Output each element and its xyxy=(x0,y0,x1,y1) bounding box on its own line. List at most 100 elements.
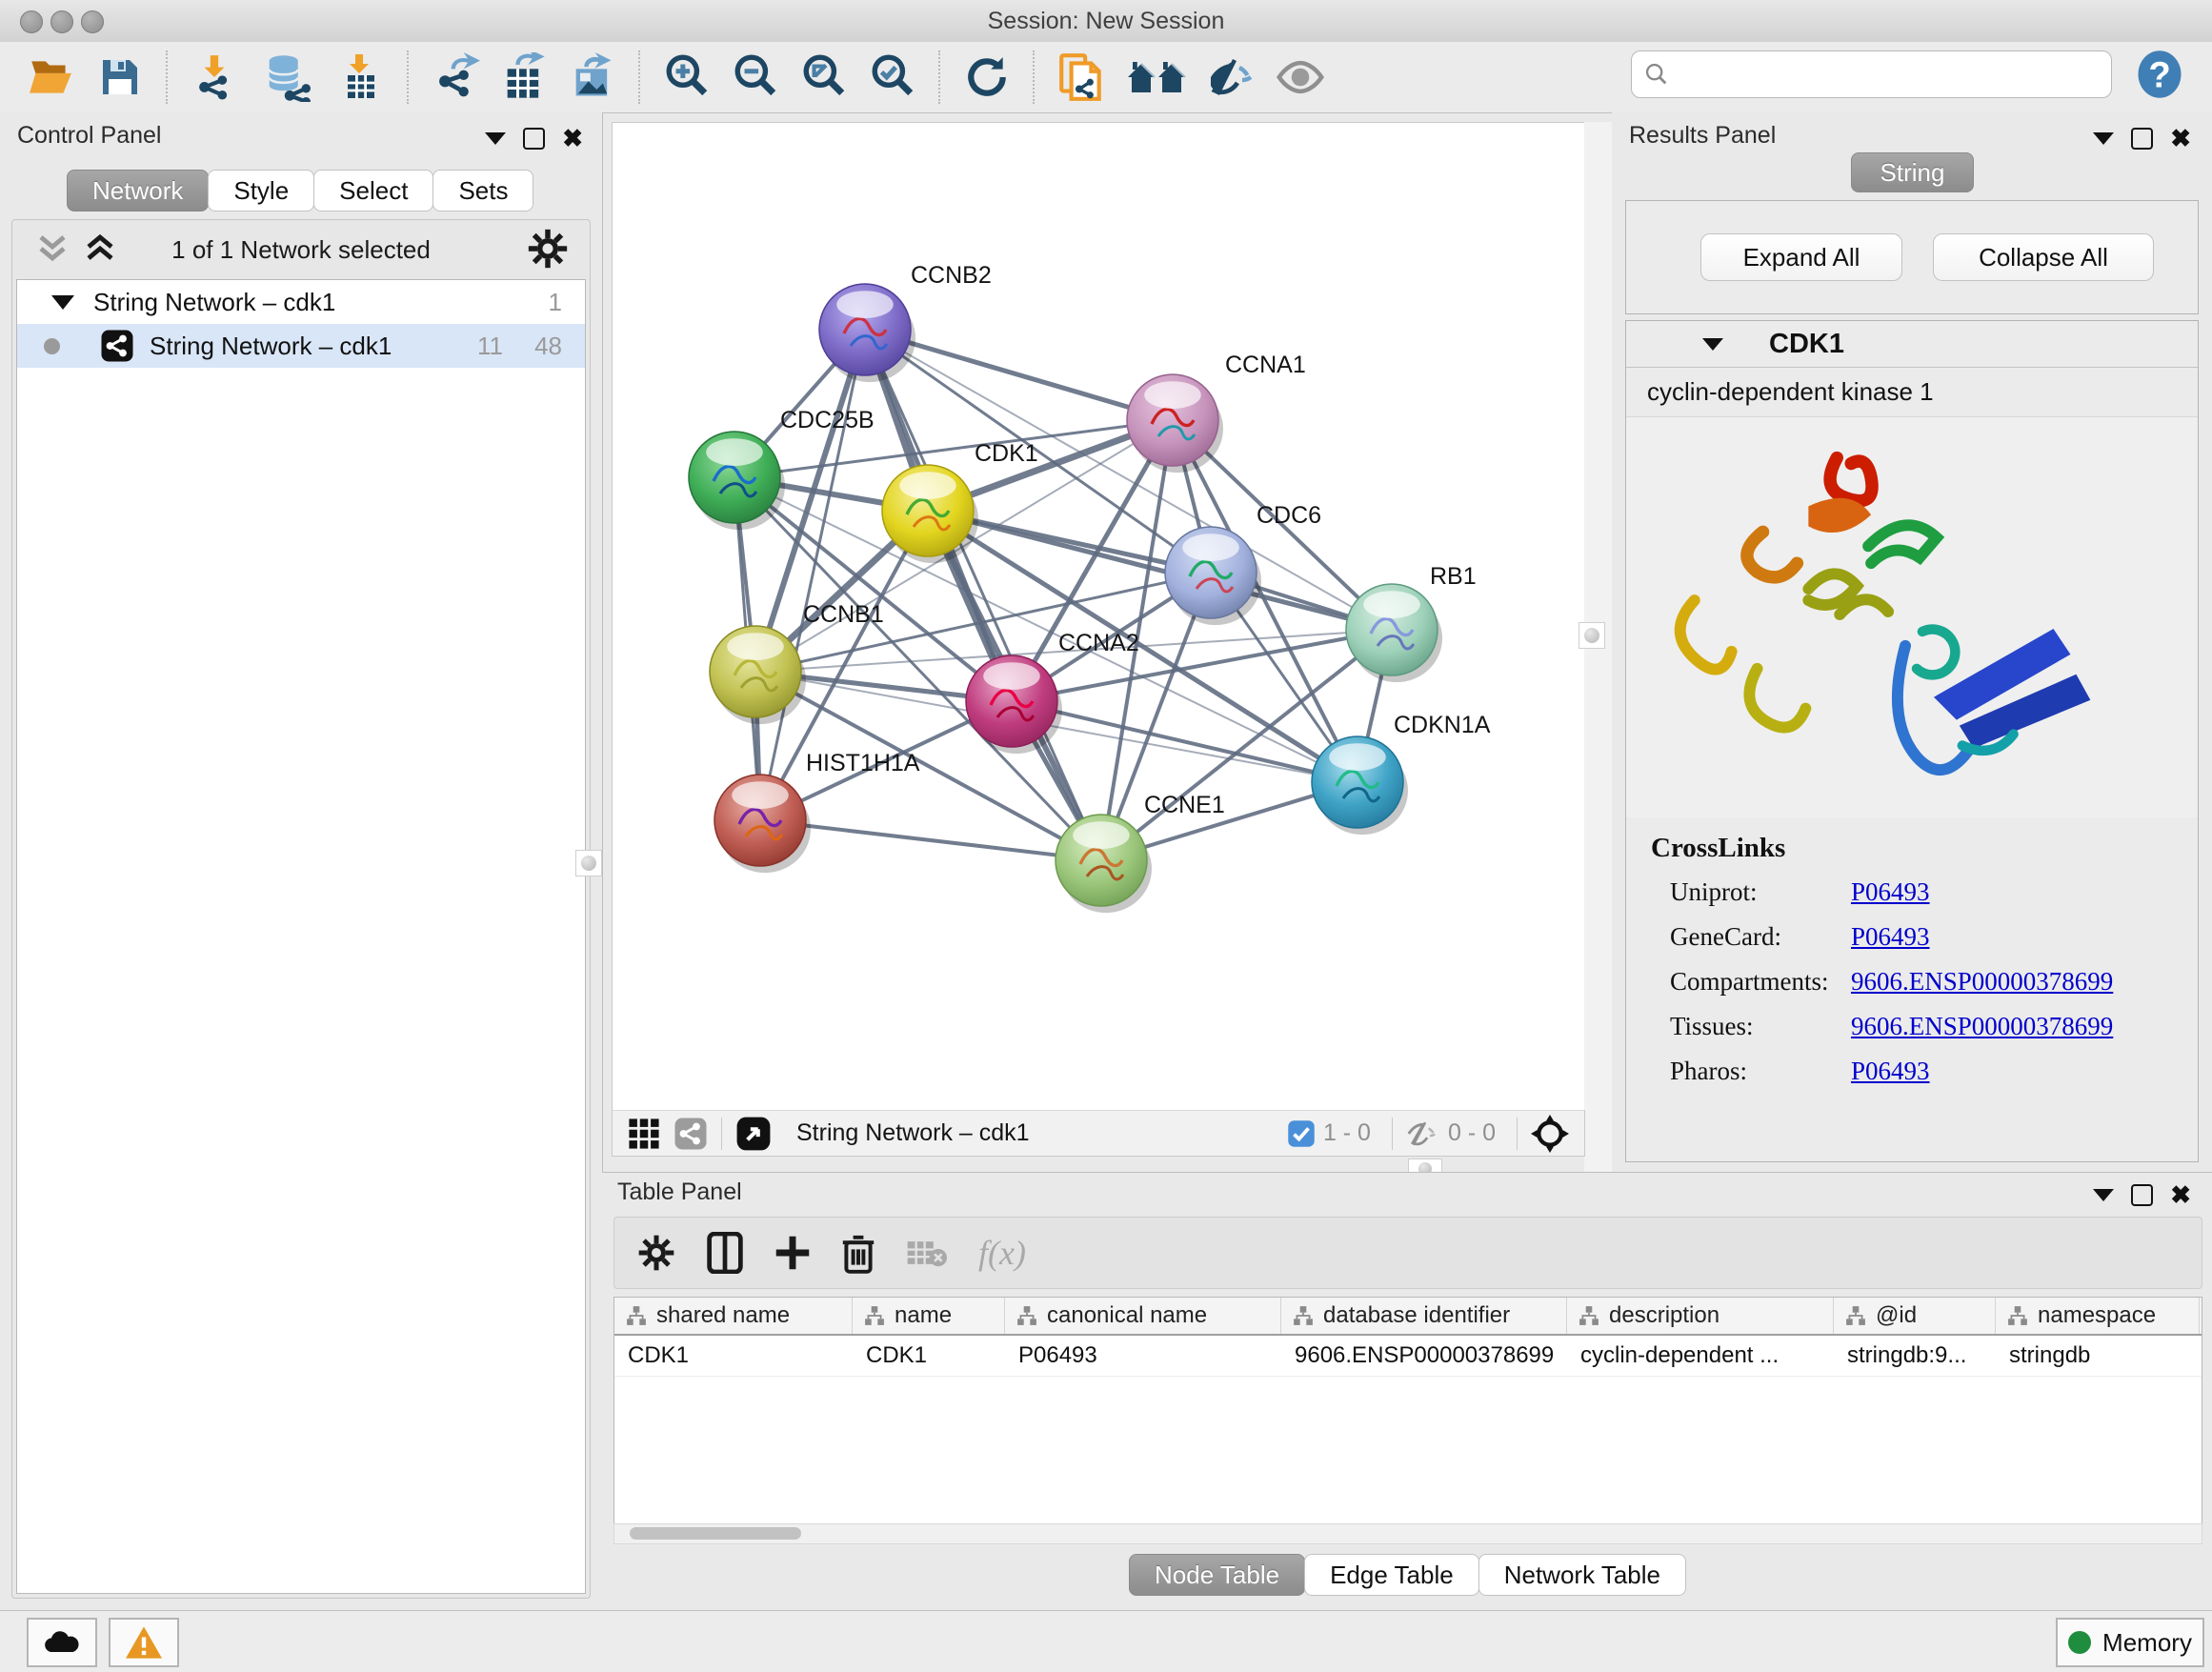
function-builder-button[interactable]: f(x) xyxy=(978,1233,1026,1273)
network-collection-row[interactable]: String Network – cdk1 1 xyxy=(17,280,585,324)
selected-checkbox-icon[interactable] xyxy=(1287,1119,1316,1148)
birdseye-crosshair-icon[interactable] xyxy=(1531,1115,1569,1153)
tab-network[interactable]: Network xyxy=(67,170,209,212)
apply-layout-button[interactable] xyxy=(962,52,1012,102)
cell-description[interactable]: cyclin-dependent ... xyxy=(1567,1336,1834,1376)
search-box[interactable] xyxy=(1631,50,2112,98)
crosslink-value-link[interactable]: P06493 xyxy=(1851,1057,1930,1086)
edge-CCNB2-HIST1H1A[interactable] xyxy=(760,330,865,820)
network-canvas[interactable]: CCNB2CCNA1CDC25BCDK1CDC6RB1CCNB1CCNA2CDK… xyxy=(612,122,1585,1112)
zoom-fit-button[interactable] xyxy=(799,52,849,102)
right-splitter-handle[interactable] xyxy=(1579,622,1605,649)
node-CDKN1A[interactable]: CDKN1A xyxy=(1312,712,1491,835)
node-RB1[interactable]: RB1 xyxy=(1346,563,1477,682)
table-panel-float-icon[interactable] xyxy=(2131,1184,2153,1206)
export-image-button[interactable] xyxy=(568,52,617,102)
tab-sets[interactable]: Sets xyxy=(432,170,533,212)
results-panel-float-icon[interactable] xyxy=(2131,128,2153,150)
tab-select[interactable]: Select xyxy=(313,170,433,212)
tab-network-table[interactable]: Network Table xyxy=(1478,1554,1686,1596)
network-view-share-icon[interactable] xyxy=(674,1117,708,1151)
node-CCNB1[interactable]: CCNB1 xyxy=(710,601,884,724)
node-table[interactable]: shared namenamecanonical namedatabase id… xyxy=(613,1297,2202,1525)
add-column-button[interactable] xyxy=(774,1232,811,1274)
cell-database-identifier[interactable]: 9606.ENSP00000378699 xyxy=(1281,1336,1567,1376)
column-header-namespace[interactable]: namespace xyxy=(1996,1298,2200,1334)
column-header-canonical-name[interactable]: canonical name xyxy=(1005,1298,1281,1334)
import-network-from-database-button[interactable] xyxy=(258,52,317,102)
table-panel-menu-icon[interactable] xyxy=(2093,1189,2114,1201)
import-table-button[interactable] xyxy=(336,52,386,102)
control-panel-float-icon[interactable] xyxy=(523,128,545,150)
column-header-database-identifier[interactable]: database identifier xyxy=(1281,1298,1567,1334)
open-session-button[interactable] xyxy=(27,52,76,102)
export-table-button[interactable] xyxy=(499,52,549,102)
import-network-button[interactable] xyxy=(190,52,239,102)
crosslink-value-link[interactable]: P06493 xyxy=(1851,877,1930,907)
results-panel-close-icon[interactable]: ✖ xyxy=(2170,126,2191,151)
delete-table-button[interactable] xyxy=(906,1236,948,1270)
export-image-icon xyxy=(568,52,617,102)
hide-unhide-button[interactable] xyxy=(1207,52,1257,102)
node-CCNB2[interactable]: CCNB2 xyxy=(819,262,992,382)
cell-name[interactable]: CDK1 xyxy=(853,1336,1005,1376)
results-panel-menu-icon[interactable] xyxy=(2093,132,2114,145)
edge-CDK1-RB1[interactable] xyxy=(928,511,1392,630)
network-row-selected[interactable]: String Network – cdk1 11 48 xyxy=(17,324,585,368)
detach-view-icon[interactable] xyxy=(735,1116,772,1152)
node-CDK1[interactable]: CDK1 xyxy=(882,440,1038,563)
control-panel-menu-icon[interactable] xyxy=(485,132,506,145)
show-graphics-button[interactable] xyxy=(1276,52,1325,102)
tab-string[interactable]: String xyxy=(1851,152,1975,192)
crosslink-value-link[interactable]: 9606.ENSP00000378699 xyxy=(1851,967,2113,997)
delete-column-button[interactable] xyxy=(841,1232,875,1274)
warnings-button[interactable] xyxy=(109,1618,179,1667)
edge-CCNB2-CCNE1[interactable] xyxy=(865,330,1101,860)
save-session-button[interactable] xyxy=(95,52,145,102)
expand-all-button[interactable]: Expand All xyxy=(1700,233,1902,281)
grid-view-icon[interactable] xyxy=(628,1118,660,1150)
zoom-selected-button[interactable] xyxy=(868,52,917,102)
left-splitter-handle[interactable] xyxy=(575,850,602,876)
tab-style[interactable]: Style xyxy=(208,170,314,212)
home-view-button[interactable] xyxy=(1125,52,1188,102)
cell-shared-name[interactable]: CDK1 xyxy=(614,1336,853,1376)
zoom-in-button[interactable] xyxy=(662,52,712,102)
search-input[interactable] xyxy=(1670,60,2111,89)
node-CCNE1[interactable]: CCNE1 xyxy=(1056,792,1225,913)
cloud-status-button[interactable] xyxy=(27,1618,97,1667)
hidden-eye-icon[interactable] xyxy=(1406,1119,1440,1148)
help-button[interactable]: ? xyxy=(2134,49,2185,100)
export-network-button[interactable] xyxy=(431,52,480,102)
memory-button[interactable]: Memory xyxy=(2056,1618,2204,1667)
tab-edge-table[interactable]: Edge Table xyxy=(1304,1554,1479,1596)
edge-HIST1H1A-CCNE1[interactable] xyxy=(760,820,1101,860)
column-header-description[interactable]: description xyxy=(1567,1298,1834,1334)
control-panel-close-icon[interactable]: ✖ xyxy=(562,126,583,151)
column-header-shared-name[interactable]: shared name xyxy=(614,1298,853,1334)
crosslink-value-link[interactable]: P06493 xyxy=(1851,922,1930,952)
node-CDC25B[interactable]: CDC25B xyxy=(689,407,875,530)
collection-expand-triangle-icon[interactable] xyxy=(51,295,74,310)
scrollbar-thumb[interactable] xyxy=(630,1527,801,1540)
tab-node-table[interactable]: Node Table xyxy=(1129,1554,1305,1596)
cell-canonical-name[interactable]: P06493 xyxy=(1005,1336,1281,1376)
table-horizontal-scrollbar[interactable] xyxy=(613,1523,2202,1544)
table-options-button[interactable] xyxy=(637,1234,675,1272)
edge-CCNA2-CDKN1A[interactable] xyxy=(1012,701,1357,782)
collapse-all-button[interactable]: Collapse All xyxy=(1933,233,2154,281)
table-panel-close-icon[interactable]: ✖ xyxy=(2170,1182,2191,1207)
column-header-name[interactable]: name xyxy=(853,1298,1005,1334)
column-header-@id[interactable]: @id xyxy=(1834,1298,1996,1334)
node-HIST1H1A[interactable]: HIST1H1A xyxy=(714,750,920,873)
zoom-out-button[interactable] xyxy=(731,52,780,102)
cell-namespace[interactable]: stringdb xyxy=(1996,1336,2200,1376)
string-network-graph[interactable]: CCNB2CCNA1CDC25BCDK1CDC6RB1CCNB1CCNA2CDK… xyxy=(613,123,1582,1109)
cell-@id[interactable]: stringdb:9... xyxy=(1834,1336,1996,1376)
network-options-gear-icon[interactable] xyxy=(527,228,569,270)
network-from-clipboard-button[interactable] xyxy=(1056,52,1106,102)
show-columns-button[interactable] xyxy=(706,1232,744,1274)
protein-collapse-triangle-icon[interactable] xyxy=(1702,338,1723,351)
crosslink-value-link[interactable]: 9606.ENSP00000378699 xyxy=(1851,1012,2113,1041)
node-CCNA1[interactable]: CCNA1 xyxy=(1127,352,1306,473)
